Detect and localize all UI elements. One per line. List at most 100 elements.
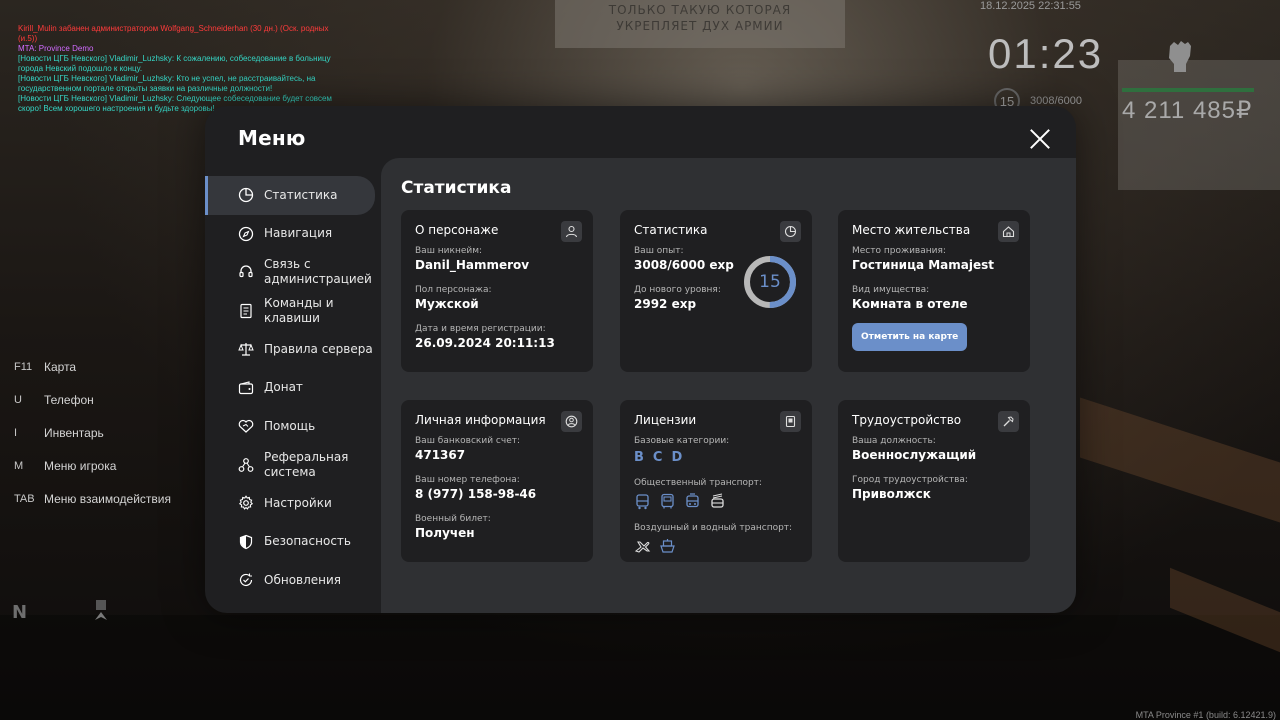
card-title: Статистика (634, 223, 708, 237)
background-board (1118, 60, 1280, 190)
property-value: Комната в отеле (852, 297, 968, 311)
home-icon (998, 221, 1019, 242)
base-categories-label: Базовые категории: (634, 436, 730, 446)
hint-key: F11 (14, 360, 33, 373)
refresh-check-icon (239, 573, 253, 587)
sidebar-item-label: Безопасность (264, 534, 351, 549)
hint-interaction-menu: TAB Меню взаимодействия (14, 482, 171, 515)
hud-date: 18.12.2025 22:31:55 (980, 0, 1081, 12)
bank-account-label: Ваш банковский счет: (415, 436, 521, 446)
work-city-value: Приволжск (852, 487, 931, 501)
work-city-label: Город трудоустройства: (852, 475, 968, 485)
public-transport-label: Общественный транспорт: (634, 478, 762, 488)
sidebar-item-server-rules[interactable]: Правила сервера (205, 330, 381, 369)
card-title: Трудоустройство (852, 413, 962, 427)
card-statistics: Статистика Ваш опыт: 3008/6000 exp До но… (620, 210, 812, 372)
user-icon (561, 221, 582, 242)
card-title: Личная информация (415, 413, 546, 427)
card-title: О персонаже (415, 223, 499, 237)
compass-north: N (12, 602, 28, 623)
hint-label: Меню взаимодействия (44, 491, 171, 506)
air-water-transport-label: Воздушный и водный транспорт: (634, 523, 793, 533)
phone-value: 8 (977) 158-98-46 (415, 487, 537, 501)
sidebar-item-updates[interactable]: Обновления (205, 561, 381, 600)
build-info: MTA Province #1 (build: 6.12421.9) (1135, 710, 1276, 720)
military-id-value: Получен (415, 526, 475, 540)
scales-icon (238, 343, 254, 356)
hint-map: F11 Карта (14, 350, 171, 383)
network-icon (238, 457, 254, 472)
compass-icon (238, 226, 254, 241)
sidebar-item-commands[interactable]: Команды и клавиши (205, 292, 381, 331)
shield-icon (239, 534, 253, 549)
hammer-icon (998, 411, 1019, 432)
sidebar-item-label: Статистика (264, 187, 338, 202)
player-arrow-icon (95, 600, 107, 620)
card-title: Лицензии (634, 413, 697, 427)
sidebar-item-label: Навигация (264, 226, 333, 241)
phone-label: Ваш номер телефона: (415, 475, 520, 485)
sidebar-item-label: Правила сервера (264, 341, 373, 356)
card-residence: Место жительства Место проживания: Гости… (838, 210, 1030, 372)
sidebar-item-referral[interactable]: Реферальная система (205, 446, 381, 485)
sidebar-item-statistics[interactable]: Статистика (205, 176, 375, 215)
document-icon (240, 303, 252, 318)
position-value: Военнослужащий (852, 448, 977, 462)
hint-label: Карта (44, 359, 77, 374)
license-category-d: D (671, 450, 683, 465)
sidebar-item-admin-contact[interactable]: Связь с администрацией (205, 253, 381, 292)
chat-line: MTA: Province Demo (18, 44, 94, 53)
hint-key: U (14, 393, 22, 406)
hint-key: TAB (14, 492, 35, 505)
tram-icon (686, 493, 699, 508)
fist-icon (1169, 41, 1191, 72)
sidebar-item-label: Донат (264, 380, 303, 395)
sidebar-item-navigation[interactable]: Навигация (205, 215, 381, 254)
chat-line: [Новости ЦГБ Невского] Vladimir_Luzhsky:… (18, 74, 316, 93)
headset-icon (239, 265, 253, 278)
bus-icon (636, 494, 649, 510)
bus-front-icon (661, 493, 674, 509)
keybind-hints: F11 Карта U Телефон I Инвентарь M Меню игрок… (14, 350, 171, 515)
sidebar-item-help[interactable]: Помощь (205, 407, 381, 446)
position-label: Ваша должность: (852, 436, 936, 446)
background-bench (1080, 397, 1280, 523)
hint-label: Телефон (44, 392, 94, 407)
residence-place-value: Гостиница Mamajest (852, 258, 995, 272)
nickname-label: Ваш никнейм: (415, 246, 483, 256)
sidebar-item-label: Связь с администрацией (264, 257, 372, 287)
wallet-icon (238, 381, 254, 394)
mark-on-map-button[interactable]: Отметить на карте (852, 323, 968, 351)
gear-icon (238, 495, 254, 511)
sidebar-item-donate[interactable]: Донат (205, 369, 381, 408)
hud-time: 01:23 (988, 30, 1104, 77)
section-title: Статистика (401, 178, 512, 198)
sidebar-item-settings[interactable]: Настройки (205, 484, 381, 523)
hint-key: M (14, 459, 24, 472)
residence-place-label: Место проживания: (852, 246, 946, 256)
sidebar-item-label: Обновления (264, 572, 342, 587)
license-categories: B C D (634, 450, 798, 465)
air-water-transport-icons (634, 538, 798, 555)
sidebar-item-label: Помощь (264, 418, 316, 433)
pie-chart-icon (238, 188, 254, 203)
menu-title: Меню (238, 126, 306, 150)
card-licenses: Лицензии Базовые категории: B C D Общест… (620, 400, 812, 562)
handshake-icon (238, 420, 254, 434)
license-card-icon (780, 411, 801, 432)
background-poster-text: ТОЛЬКО ТАКУЮ КОТОРАЯ УКРЕПЛЯЕТ ДУХ АРМИИ (608, 3, 792, 33)
card-employment: Трудоустройство Ваша должность: Военносл… (838, 400, 1030, 562)
background-floor (0, 615, 1280, 720)
menu-modal: Меню Статистика Навигация Связь с админи… (205, 106, 1076, 613)
hint-key: I (14, 426, 18, 439)
sidebar-item-security[interactable]: Безопасность (205, 523, 381, 562)
close-button[interactable] (1029, 128, 1051, 150)
public-transport-icons (634, 493, 798, 510)
airplane-icon (634, 541, 651, 553)
bank-account-value: 471367 (415, 448, 466, 462)
hint-label: Инвентарь (44, 425, 104, 440)
card-title: Место жительства (852, 223, 971, 237)
registration-label: Дата и время регистрации: (415, 324, 546, 334)
sidebar-item-label: Настройки (264, 495, 332, 510)
content-panel: Статистика О персонаже Ваш никнейм: Dani… (381, 158, 1076, 613)
